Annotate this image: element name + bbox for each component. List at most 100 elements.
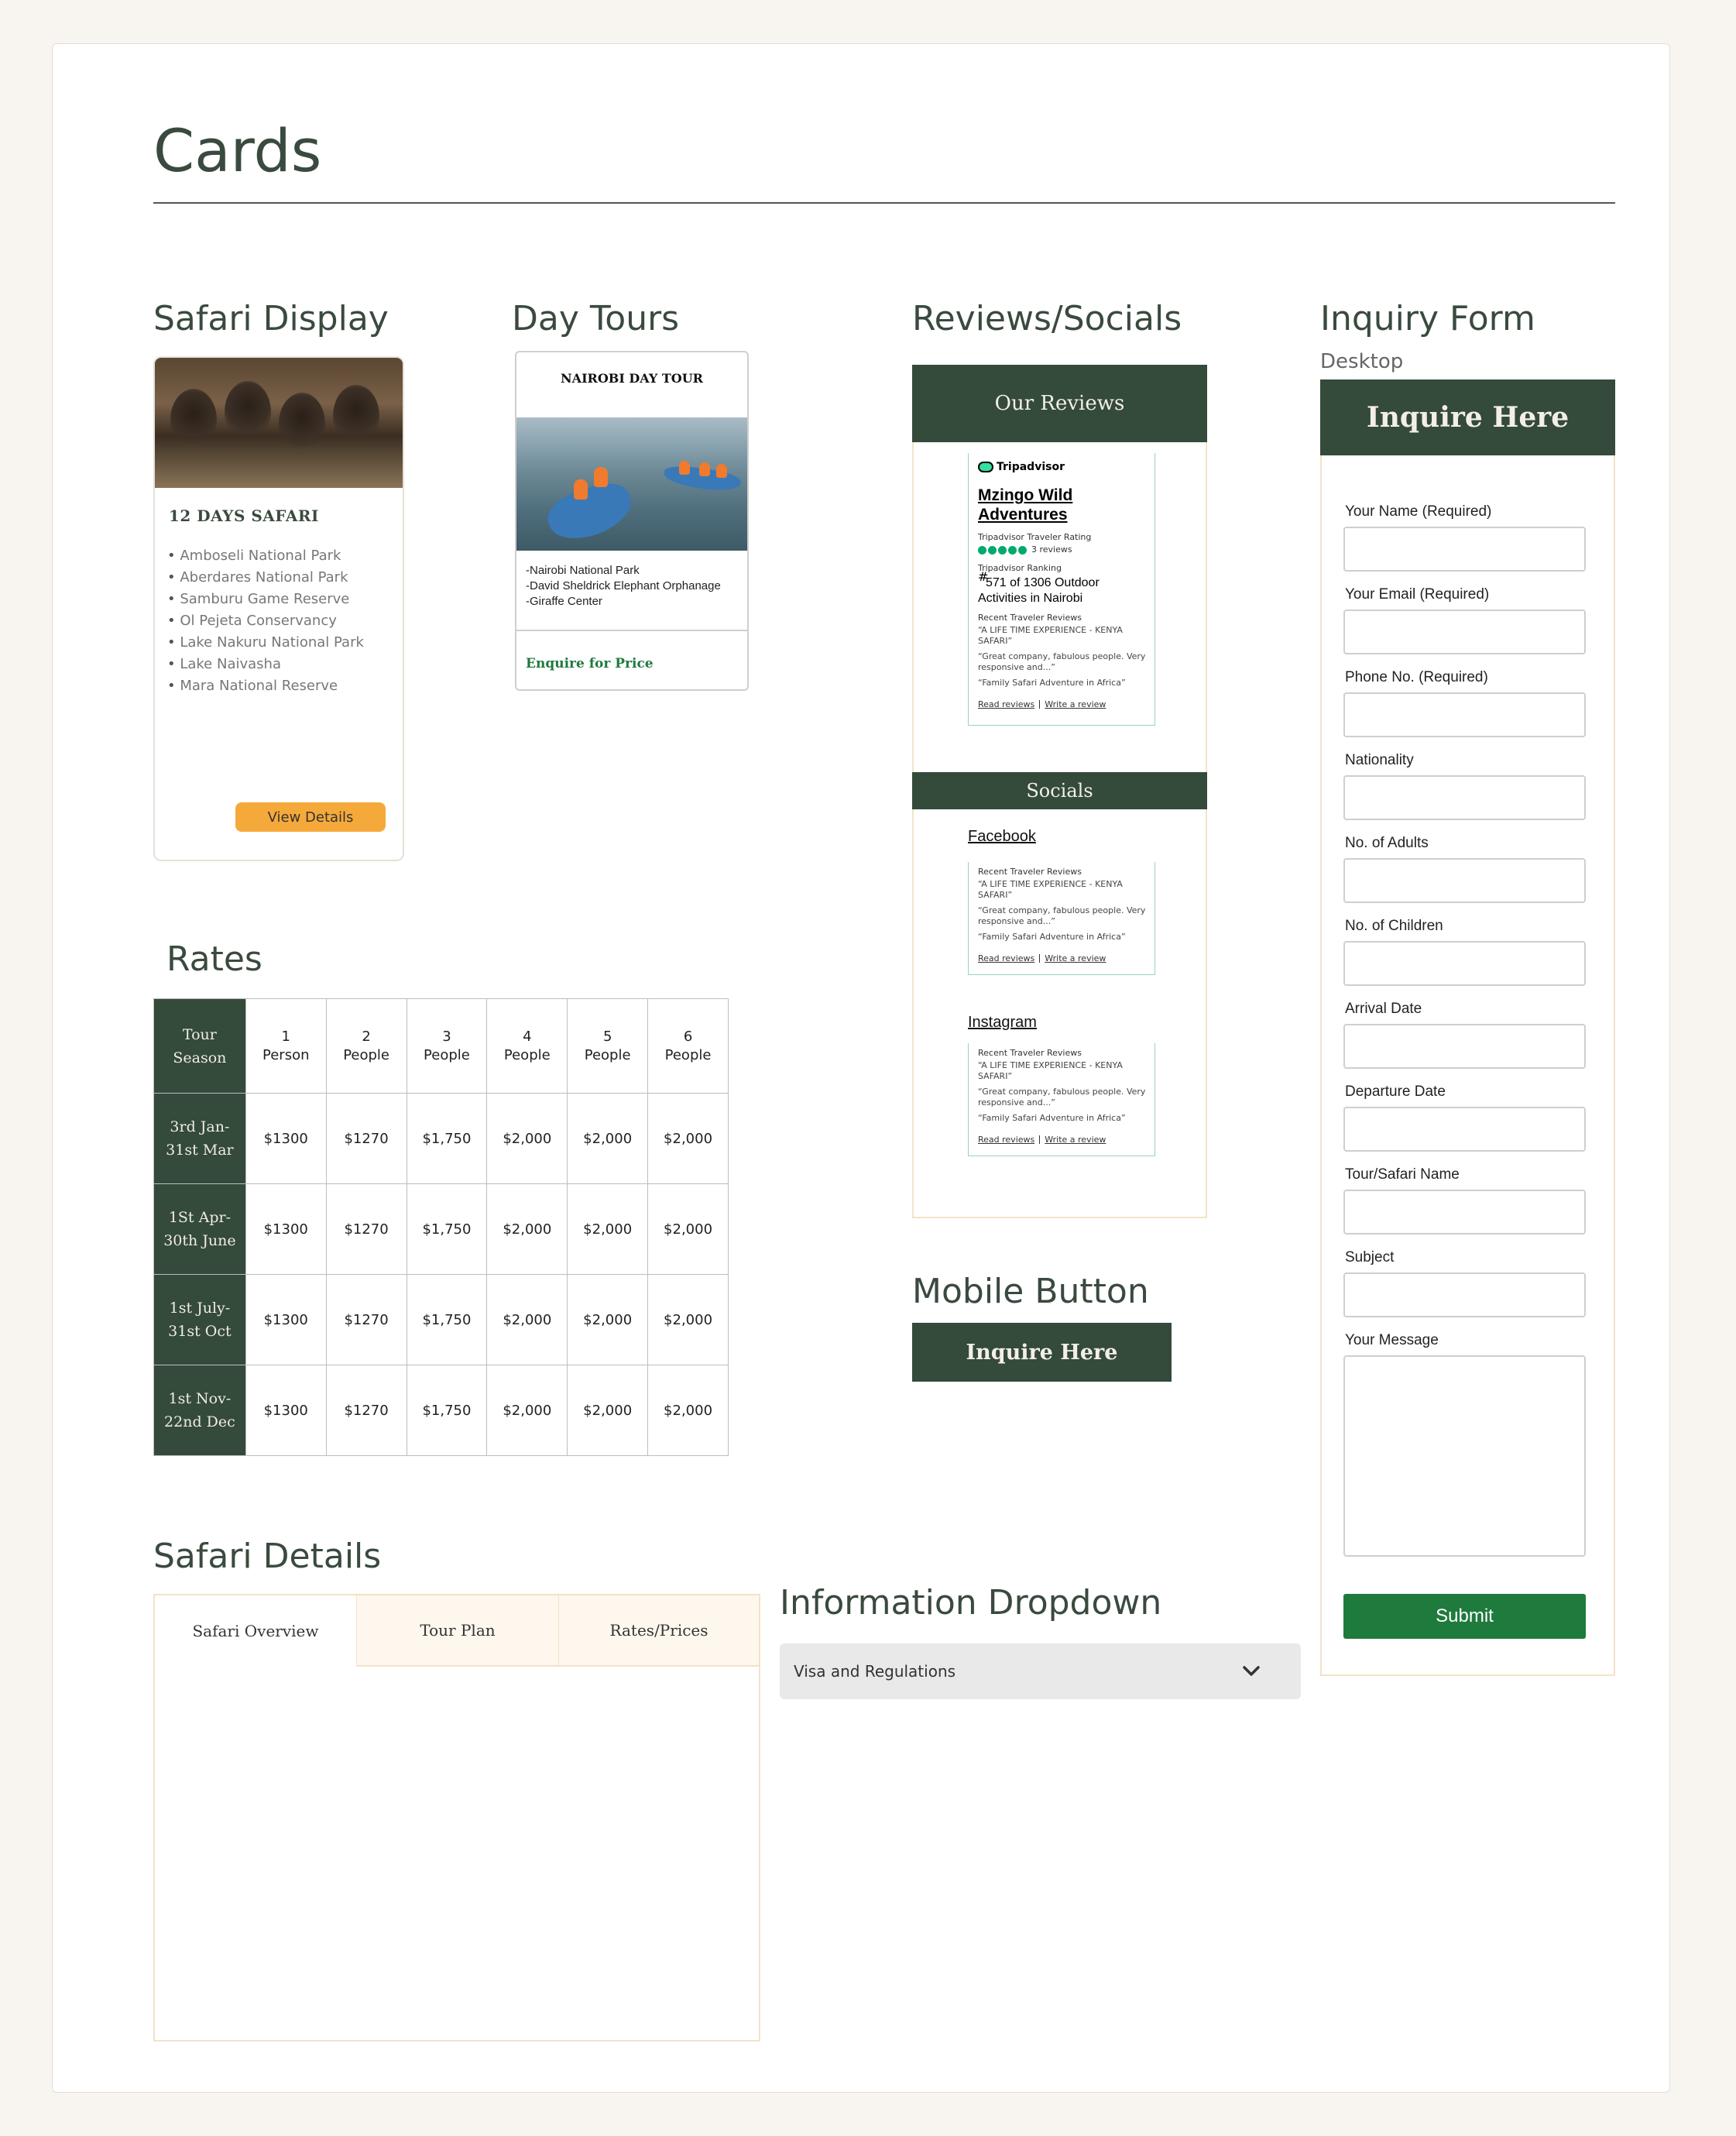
list-item: Lake Naivasha — [167, 654, 364, 675]
write-review-link[interactable]: Write a review — [1045, 699, 1106, 709]
review-quote[interactable]: “A LIFE TIME EXPERIENCE - KENYA SAFARI” — [978, 625, 1150, 647]
price-cell: $1300 — [245, 1365, 327, 1456]
day-tour-itinerary: -Nairobi National Park -David Sheldrick … — [526, 563, 721, 610]
instagram-link[interactable]: Instagram — [968, 1014, 1037, 1032]
review-quote[interactable]: “A LIFE TIME EXPERIENCE - KENYA SAFARI” — [978, 1060, 1150, 1082]
day-tour-title: NAIROBI DAY TOUR — [561, 371, 703, 386]
season-cell: 1St Apr- 30th June — [153, 1183, 246, 1275]
submit-button[interactable]: Submit — [1343, 1594, 1586, 1639]
nationality-input[interactable] — [1343, 775, 1586, 820]
list-item: Samburu Game Reserve — [167, 589, 364, 610]
tour-name-label: Tour/Safari Name — [1345, 1166, 1460, 1183]
children-input[interactable] — [1343, 941, 1586, 986]
read-reviews-link[interactable]: Read reviews — [978, 1135, 1034, 1145]
visa-dropdown[interactable]: Visa and Regulations — [780, 1643, 1301, 1699]
review-quote[interactable]: “Great company, fabulous people. Very re… — [978, 1087, 1150, 1108]
price-cell: $2,000 — [486, 1093, 568, 1184]
adults-input[interactable] — [1343, 858, 1586, 903]
review-quote[interactable]: “Great company, fabulous people. Very re… — [978, 905, 1150, 927]
safari-destination-list: Amboseli National Park Aberdares Nationa… — [167, 545, 364, 697]
email-input[interactable] — [1343, 610, 1586, 654]
list-item: Ol Pejeta Conservancy — [167, 610, 364, 632]
price-cell: $2,000 — [486, 1274, 568, 1365]
view-details-button[interactable]: View Details — [235, 802, 386, 832]
write-review-link[interactable]: Write a review — [1045, 953, 1106, 963]
itinerary-line: -Nairobi National Park — [526, 564, 640, 577]
name-input[interactable] — [1343, 527, 1586, 572]
recent-reviews-label: Recent Traveler Reviews — [978, 1048, 1082, 1058]
price-cell: $2,000 — [567, 1365, 649, 1456]
list-item: Mara National Reserve — [167, 675, 364, 697]
price-cell: $1,750 — [406, 1183, 488, 1275]
adults-label: No. of Adults — [1345, 835, 1429, 851]
info-dropdown-heading: Information Dropdown — [780, 1583, 1162, 1623]
review-links: Read reviews Write a review — [978, 699, 1106, 709]
facebook-link[interactable]: Facebook — [968, 828, 1036, 846]
tour-name-input[interactable] — [1343, 1190, 1586, 1235]
table-row: 1st July- 31st Oct $1300 $1270 $1,750 $2,… — [153, 1274, 729, 1365]
safari-card-title: 12 DAYS SAFARI — [169, 507, 319, 525]
arrival-date-input[interactable] — [1343, 1024, 1586, 1069]
rating-bubble-icon — [988, 545, 997, 555]
read-reviews-link[interactable]: Read reviews — [978, 953, 1034, 963]
tab-safari-overview[interactable]: Safari Overview — [155, 1595, 357, 1667]
departure-date-input[interactable] — [1343, 1107, 1586, 1152]
arrival-date-label: Arrival Date — [1345, 1001, 1422, 1017]
mobile-button-heading: Mobile Button — [912, 1272, 1149, 1311]
name-label: Your Name (Required) — [1345, 503, 1492, 520]
column-header: 4 People — [486, 998, 568, 1094]
message-textarea[interactable] — [1343, 1355, 1586, 1557]
recent-reviews-label: Recent Traveler Reviews — [978, 613, 1082, 623]
rating-bubble-icon — [998, 545, 1007, 555]
inquiry-form-heading: Inquiry Form — [1320, 299, 1535, 338]
table-row: 3rd Jan- 31st Mar $1300 $1270 $1,750 $2,0… — [153, 1093, 729, 1184]
chevron-down-icon — [1243, 1666, 1260, 1676]
price-cell: $2,000 — [486, 1365, 568, 1456]
price-cell: $2,000 — [567, 1093, 649, 1184]
write-review-link[interactable]: Write a review — [1045, 1135, 1106, 1145]
season-cell: 3rd Jan- 31st Mar — [153, 1093, 246, 1184]
price-cell: $1270 — [325, 1365, 407, 1456]
safari-details-tabs: Safari Overview Tour Plan Rates/Prices — [153, 1594, 760, 2042]
review-quote[interactable]: “A LIFE TIME EXPERIENCE - KENYA SAFARI” — [978, 879, 1150, 901]
price-cell: $1,750 — [406, 1365, 488, 1456]
review-links: Read reviews Write a review — [978, 953, 1106, 963]
column-header: 6 People — [647, 998, 729, 1094]
company-name-link[interactable]: Mzingo Wild Adventures — [978, 486, 1148, 524]
dropdown-selected-value: Visa and Regulations — [794, 1662, 956, 1681]
review-quote[interactable]: “Great company, fabulous people. Very re… — [978, 651, 1150, 673]
rating-label: Tripadvisor Traveler Rating — [978, 532, 1092, 542]
review-quote[interactable]: “Family Safari Adventure in Africa” — [978, 1113, 1150, 1124]
list-item: Amboseli National Park — [167, 545, 364, 567]
tab-rates-prices[interactable]: Rates/Prices — [559, 1595, 759, 1667]
subject-input[interactable] — [1343, 1272, 1586, 1317]
day-tours-heading: Day Tours — [512, 299, 680, 338]
list-item: Lake Nakuru National Park — [167, 632, 364, 654]
read-reviews-link[interactable]: Read reviews — [978, 699, 1034, 709]
price-cell: $2,000 — [486, 1183, 568, 1275]
safari-details-heading: Safari Details — [153, 1537, 382, 1576]
tripadvisor-logo: Tripadvisor — [978, 461, 1065, 473]
nationality-label: Nationality — [1345, 752, 1414, 768]
itinerary-line: -Giraffe Center — [526, 595, 602, 608]
enquire-for-price-link[interactable]: Enquire for Price — [526, 656, 654, 671]
rating-bubble-icon — [978, 545, 986, 555]
tab-tour-plan[interactable]: Tour Plan — [357, 1595, 559, 1667]
mobile-inquire-button[interactable]: Inquire Here — [912, 1323, 1172, 1382]
our-reviews-banner: Our Reviews — [912, 365, 1207, 442]
price-cell: $1270 — [325, 1183, 407, 1275]
review-links: Read reviews Write a review — [978, 1135, 1106, 1145]
owl-icon — [978, 462, 993, 472]
column-header: 3 People — [406, 998, 488, 1094]
rates-heading: Rates — [166, 939, 262, 979]
phone-input[interactable] — [1343, 692, 1586, 737]
table-header-row: Tour Season 1 Person 2 People 3 People 4 Peo… — [153, 998, 729, 1094]
price-cell: $1270 — [325, 1274, 407, 1365]
link-divider — [1039, 954, 1041, 963]
review-quote[interactable]: “Family Safari Adventure in Africa” — [978, 932, 1150, 943]
season-header: Tour Season — [153, 998, 246, 1094]
children-label: No. of Children — [1345, 918, 1443, 934]
table-row: 1St Apr- 30th June $1300 $1270 $1,750 $2,… — [153, 1183, 729, 1275]
reviews-heading: Reviews/Socials — [912, 299, 1182, 338]
review-quote[interactable]: “Family Safari Adventure in Africa” — [978, 678, 1150, 689]
